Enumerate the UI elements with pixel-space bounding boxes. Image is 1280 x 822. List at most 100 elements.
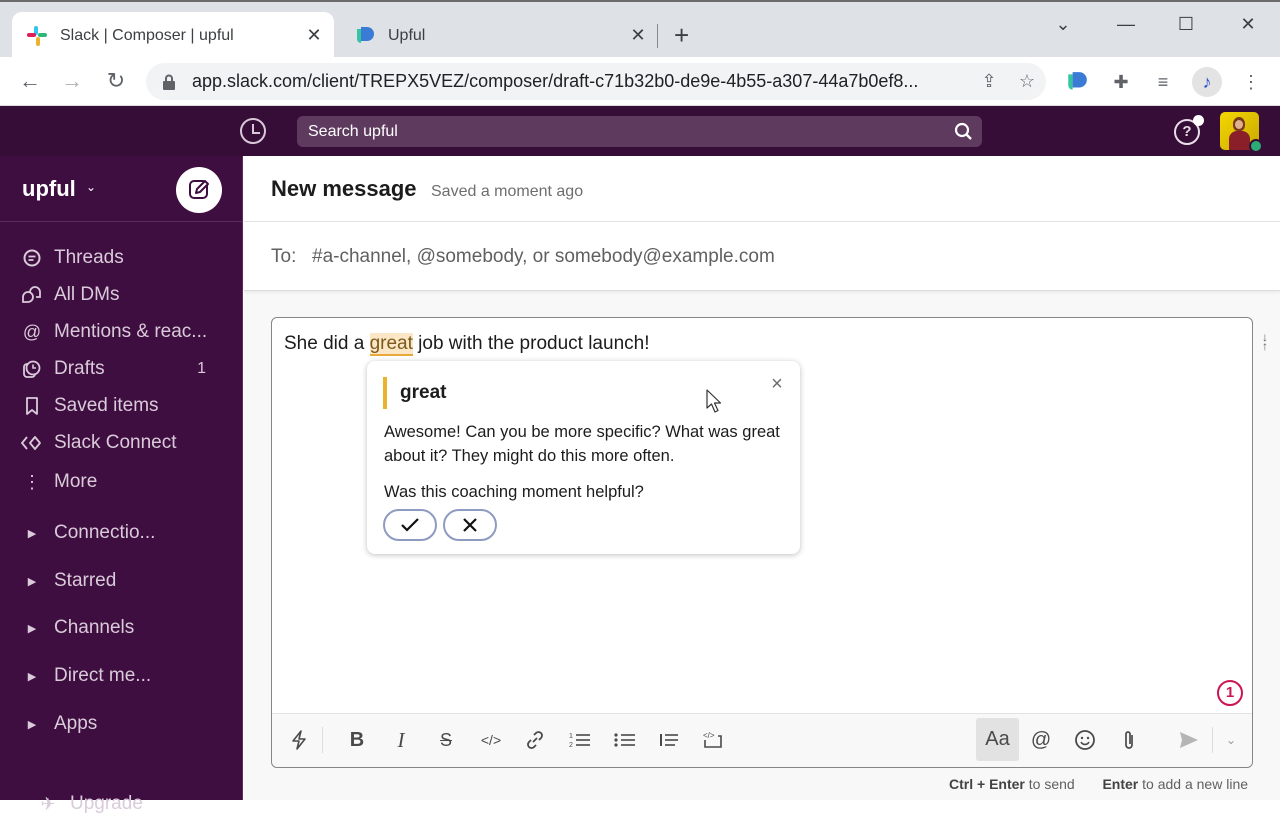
bold-button[interactable]: B bbox=[340, 723, 374, 757]
upful-extension-icon[interactable] bbox=[1062, 67, 1092, 97]
recipient-input[interactable] bbox=[312, 242, 1212, 272]
keyboard-hints: Ctrl + Enter to send Enter to add a new … bbox=[949, 776, 1248, 792]
history-clock-icon[interactable] bbox=[240, 118, 266, 144]
x-icon bbox=[463, 518, 477, 532]
ordered-list-button[interactable]: 12 bbox=[563, 723, 597, 757]
bookmark-icon bbox=[20, 394, 44, 418]
rocket-icon: ✈ bbox=[40, 793, 56, 814]
presence-indicator bbox=[1249, 139, 1263, 153]
drafts-icon bbox=[20, 357, 44, 381]
caret-right-icon: ▶ bbox=[27, 670, 37, 683]
strikethrough-button[interactable]: S bbox=[429, 723, 463, 757]
blockquote-button[interactable] bbox=[652, 723, 686, 757]
search-placeholder: Search upful bbox=[308, 122, 398, 140]
minimize-button[interactable]: — bbox=[1106, 10, 1146, 38]
browser-tab-strip: Slack | Composer | upful ✕ Upful ✕ + ⌄ —… bbox=[0, 0, 1280, 59]
tab-title: Slack | Composer | upful bbox=[60, 26, 234, 44]
sidebar-item-slack-connect[interactable]: Slack Connect bbox=[0, 425, 243, 461]
shortcuts-lightning-icon[interactable] bbox=[282, 723, 316, 757]
svg-text:1: 1 bbox=[569, 733, 573, 740]
sidebar-section-connections[interactable]: ▶ Connectio... bbox=[0, 515, 243, 551]
saved-status: Saved a moment ago bbox=[431, 183, 584, 200]
help-notification-dot bbox=[1193, 115, 1204, 126]
sidebar-item-all-dms[interactable]: All DMs bbox=[0, 277, 243, 313]
send-button[interactable] bbox=[1172, 723, 1206, 757]
close-tab-icon[interactable]: ✕ bbox=[624, 25, 652, 46]
drafts-count-badge: 1 bbox=[197, 360, 206, 377]
slack-logo-icon bbox=[26, 25, 48, 47]
code-block-button[interactable]: </> bbox=[696, 723, 730, 757]
sidebar-item-more[interactable]: ⋮ More bbox=[0, 464, 243, 500]
emoji-button[interactable] bbox=[1068, 723, 1102, 757]
threads-icon bbox=[20, 246, 44, 270]
close-window-button[interactable]: ✕ bbox=[1228, 10, 1268, 38]
all-dms-icon bbox=[20, 283, 44, 307]
browser-toolbar: ← → ↻ app.slack.com/client/TREPX5VEZ/com… bbox=[0, 57, 1280, 106]
sidebar-item-mentions[interactable]: @ Mentions & reac... bbox=[0, 314, 243, 350]
browser-menu-icon[interactable]: ⋮ bbox=[1236, 67, 1266, 97]
slack-connect-icon bbox=[20, 431, 44, 455]
sidebar-item-saved-items[interactable]: Saved items bbox=[0, 388, 243, 424]
mention-button[interactable]: @ bbox=[1024, 723, 1058, 757]
url-text: app.slack.com/client/TREPX5VEZ/composer/… bbox=[192, 71, 919, 91]
sidebar-item-drafts[interactable]: Drafts 1 bbox=[0, 351, 243, 387]
toolbar-divider bbox=[322, 727, 323, 753]
sidebar-section-apps[interactable]: ▶ Apps bbox=[0, 706, 243, 742]
popup-word: great bbox=[400, 382, 447, 403]
compose-button[interactable] bbox=[176, 167, 222, 213]
reload-button[interactable]: ↻ bbox=[102, 67, 130, 95]
tab-slack-composer[interactable]: Slack | Composer | upful ✕ bbox=[12, 12, 334, 59]
code-button[interactable]: </> bbox=[474, 723, 508, 757]
helpful-yes-button[interactable] bbox=[383, 509, 437, 541]
link-button[interactable] bbox=[518, 723, 552, 757]
message-input[interactable]: She did a great job with the product lau… bbox=[284, 333, 649, 356]
coaching-count-badge[interactable]: 1 bbox=[1217, 680, 1243, 706]
workspace-name[interactable]: upful bbox=[22, 176, 76, 202]
send-shortcut-key: Ctrl + Enter bbox=[949, 776, 1025, 792]
page-title: New message bbox=[271, 176, 417, 201]
attach-paperclip-icon[interactable] bbox=[1112, 723, 1146, 757]
bullet-list-button[interactable] bbox=[608, 723, 642, 757]
italic-button[interactable]: I bbox=[384, 723, 418, 757]
sidebar-section-channels[interactable]: ▶ Channels bbox=[0, 610, 243, 646]
mentions-icon: @ bbox=[22, 321, 42, 342]
popup-accent-bar bbox=[383, 377, 387, 409]
tab-search-button[interactable]: ⌄ bbox=[1043, 10, 1083, 38]
caret-right-icon: ▶ bbox=[27, 622, 37, 635]
forward-button[interactable]: → bbox=[58, 67, 86, 95]
sidebar-section-starred[interactable]: ▶ Starred bbox=[0, 563, 243, 599]
sidebar-item-upgrade[interactable]: ✈ Upgrade bbox=[0, 786, 243, 822]
sidebar-item-threads[interactable]: Threads bbox=[0, 240, 243, 276]
sidebar-section-direct-messages[interactable]: ▶ Direct me... bbox=[0, 658, 243, 694]
tab-upful[interactable]: Upful ✕ bbox=[340, 12, 658, 59]
mouse-cursor-icon bbox=[706, 389, 722, 413]
checkmark-icon bbox=[401, 518, 419, 532]
chevron-down-icon: ⌄ bbox=[86, 180, 97, 194]
formatting-toggle-button[interactable]: Aa bbox=[976, 718, 1019, 761]
search-bar[interactable]: Search upful bbox=[297, 116, 982, 147]
bookmark-star-icon[interactable]: ☆ bbox=[1008, 71, 1046, 92]
profile-avatar-icon[interactable]: ♪ bbox=[1192, 67, 1222, 97]
lock-icon bbox=[162, 74, 176, 90]
tab-separator bbox=[657, 24, 658, 48]
highlighted-word[interactable]: great bbox=[369, 333, 413, 356]
more-vertical-icon: ⋮ bbox=[23, 471, 41, 492]
collapse-composer-icon[interactable]: ↓ ↑ bbox=[1258, 331, 1272, 353]
workspace-header[interactable]: upful ⌄ bbox=[0, 156, 243, 222]
newline-shortcut-text: to add a new line bbox=[1138, 776, 1249, 792]
close-icon[interactable]: × bbox=[767, 374, 787, 394]
maximize-button[interactable]: ☐ bbox=[1166, 10, 1206, 38]
address-bar[interactable]: app.slack.com/client/TREPX5VEZ/composer/… bbox=[146, 63, 1046, 100]
new-tab-button[interactable]: + bbox=[674, 20, 689, 50]
extensions-puzzle-icon[interactable]: ✚ bbox=[1106, 67, 1136, 97]
media-control-icon[interactable]: ≡ bbox=[1148, 67, 1178, 97]
back-button[interactable]: ← bbox=[16, 67, 44, 95]
share-icon[interactable]: ⇪ bbox=[970, 71, 1008, 92]
close-tab-icon[interactable]: ✕ bbox=[300, 25, 328, 46]
coaching-message: Awesome! Can you be more specific? What … bbox=[384, 423, 780, 465]
slack-top-bar: Search upful ? bbox=[0, 106, 1280, 156]
send-options-chevron-icon[interactable]: ⌄ bbox=[1214, 723, 1248, 757]
helpful-no-button[interactable] bbox=[443, 509, 497, 541]
caret-right-icon: ▶ bbox=[27, 575, 37, 588]
svg-text:2: 2 bbox=[569, 742, 573, 749]
